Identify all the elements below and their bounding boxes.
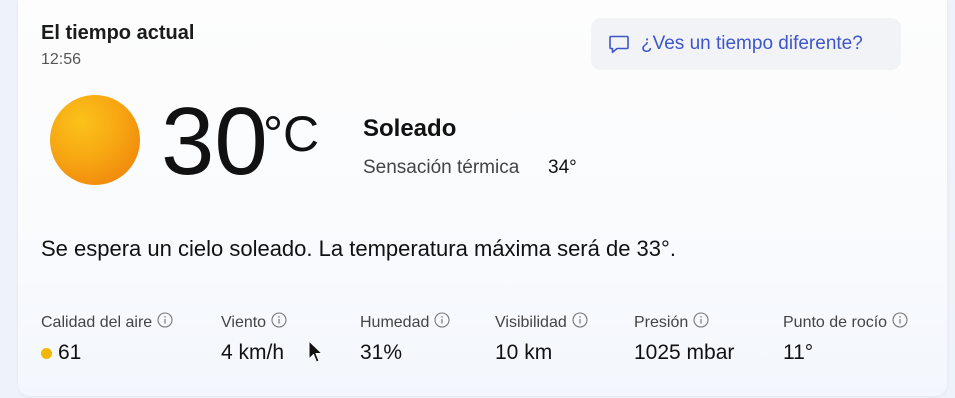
metric-label: Calidad del aire	[41, 313, 153, 331]
feels-like-value: 34°	[548, 157, 577, 178]
metric-value: 31%	[360, 341, 403, 364]
metric-label: Punto de rocío	[783, 313, 888, 331]
metric-value: 11°	[783, 341, 814, 364]
temperature-value: 30	[161, 88, 268, 195]
weather-card: El tiempo actual 12:56 ¿Ves un tiempo di…	[18, 0, 947, 396]
metric-wind: Viento 4 km/h	[221, 312, 287, 365]
info-icon[interactable]	[693, 312, 709, 333]
different-weather-button[interactable]: ¿Ves un tiempo diferente?	[591, 18, 901, 70]
temperature-unit: °C	[263, 106, 320, 162]
metric-pressure: Presión 1025 mbar	[634, 312, 734, 365]
metric-label: Presión	[634, 313, 689, 331]
info-icon[interactable]	[157, 312, 173, 333]
metric-air-quality: Calidad del aire 61	[41, 312, 173, 365]
feels-like-label: Sensación térmica	[363, 157, 520, 178]
chat-bubble-icon	[607, 32, 631, 56]
forecast-summary: Se espera un cielo soleado. La temperatu…	[41, 236, 676, 261]
metric-visibility: Visibilidad 10 km	[495, 312, 588, 365]
different-weather-label: ¿Ves un tiempo diferente?	[641, 33, 863, 54]
metric-label: Humedad	[360, 313, 430, 331]
metric-humidity: Humedad 31%	[360, 312, 450, 365]
info-icon[interactable]	[572, 312, 588, 333]
sun-icon	[50, 95, 140, 185]
mouse-cursor-icon	[308, 339, 324, 369]
info-icon[interactable]	[434, 312, 450, 333]
metric-value: 1025 mbar	[634, 341, 735, 364]
info-icon[interactable]	[892, 312, 908, 333]
card-title: El tiempo actual	[41, 22, 195, 44]
weather-condition: Soleado	[363, 115, 457, 142]
current-time: 12:56	[41, 51, 82, 68]
metric-dew-point: Punto de rocío 11°	[783, 312, 908, 365]
metric-value: 10 km	[495, 341, 553, 364]
metric-label: Viento	[221, 313, 267, 331]
info-icon[interactable]	[271, 312, 287, 333]
air-quality-dot	[41, 347, 52, 359]
metric-value: 61	[58, 341, 82, 364]
metric-value: 4 km/h	[221, 341, 285, 364]
metric-label: Visibilidad	[495, 313, 567, 331]
